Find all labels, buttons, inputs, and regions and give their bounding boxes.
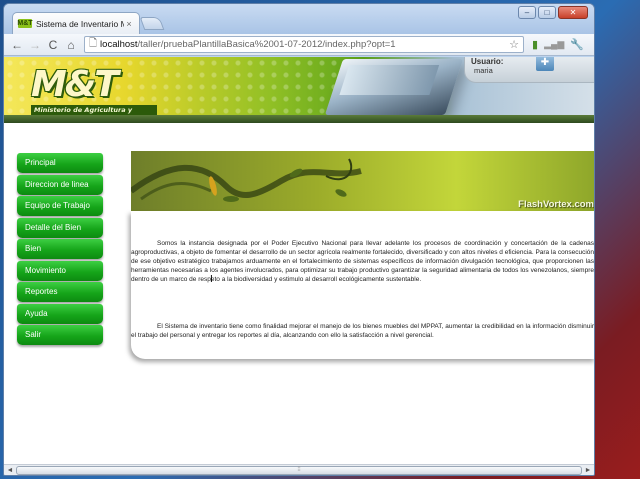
tab-close-icon[interactable]: × [124, 19, 134, 29]
url-text[interactable]: localhost/taller/pruebaPlantillaBasica%2… [100, 39, 509, 50]
menu-item-salir[interactable]: Salir [17, 325, 103, 345]
minimize-button[interactable]: – [518, 6, 536, 19]
user-panel: Usuario: maria ✚ [464, 57, 594, 83]
menu-item-reportes[interactable]: Reportes [17, 282, 103, 302]
intro-paragraph: Somos la instancia designada por el Pode… [131, 240, 594, 283]
org-name: Ministerio de Agricultura y Tierras [31, 105, 157, 123]
text-cursor-icon: I [210, 274, 213, 285]
title-bar: M&T Sistema de Inventario MPPAT × – □ ✕ [4, 4, 594, 34]
browser-tab[interactable]: M&T Sistema de Inventario MPPAT × [12, 12, 140, 34]
browser-window: M&T Sistema de Inventario MPPAT × – □ ✕ … [3, 3, 595, 476]
menu-item-bien[interactable]: Bien [17, 239, 103, 259]
extension-icon[interactable]: ▮ [532, 38, 538, 51]
menu-item-direccion-de-linea[interactable]: Direccion de linea [17, 174, 103, 195]
system-purpose-paragraph: El Sistema de inventario tiene como fina… [131, 323, 594, 339]
laptop-image [324, 59, 464, 115]
window-controls: – □ ✕ [518, 6, 588, 19]
forward-button[interactable]: → [26, 36, 44, 54]
signal-icon[interactable]: ▂▄▆ [544, 39, 564, 50]
user-label: Usuario: [471, 57, 504, 66]
page-icon: 🗋 [89, 38, 98, 49]
menu-item-ayuda[interactable]: Ayuda [17, 303, 103, 324]
menu-item-equipo-de-trabajo[interactable]: Equipo de Trabajo [17, 196, 103, 216]
mat-logo: M&T [31, 64, 119, 105]
menu-item-movimiento[interactable]: Movimiento [17, 260, 103, 281]
favicon-icon: M&T [17, 19, 33, 28]
tab-title: Sistema de Inventario MPPAT [36, 18, 124, 29]
scroll-track[interactable]: ⁞⁞ [16, 466, 582, 475]
banner-bottom-strip [4, 115, 594, 123]
close-window-button[interactable]: ✕ [558, 6, 588, 19]
scroll-left-button[interactable]: ◄ [4, 465, 16, 475]
maximize-button[interactable]: □ [538, 6, 556, 19]
scroll-thumb[interactable]: ⁞⁞ [16, 466, 582, 475]
user-icon: ✚ [536, 57, 554, 71]
flashvortex-watermark: FlashVortex.com [518, 199, 594, 210]
address-bar[interactable]: 🗋 localhost/taller/pruebaPlantillaBasica… [84, 36, 524, 53]
user-name: maria [474, 66, 493, 75]
horizontal-scrollbar[interactable]: ◄ ⁞⁞ ► [4, 464, 594, 475]
flash-banner: FlashVortex.com [131, 151, 594, 211]
menu-item-principal[interactable]: Principal [17, 153, 103, 173]
home-button[interactable]: ⌂ [62, 36, 80, 54]
sidebar-menu: Principal Direccion de linea Equipo de T… [17, 153, 103, 347]
content-card: Somos la instancia designada por el Pode… [131, 211, 594, 359]
browser-toolbar: ← → C ⌂ 🗋 localhost/taller/pruebaPlantil… [4, 34, 594, 56]
wrench-icon[interactable]: 🔧 [570, 38, 584, 51]
menu-item-detalle-del-bien[interactable]: Detalle del Bien [17, 217, 103, 238]
back-button[interactable]: ← [8, 36, 26, 54]
site-header-banner: M&T Ministerio de Agricultura y Tierras … [4, 57, 594, 123]
bookmark-star-icon[interactable]: ☆ [509, 38, 519, 51]
scroll-right-button[interactable]: ► [582, 465, 594, 475]
reload-button[interactable]: C [44, 36, 62, 54]
new-tab-button[interactable] [139, 17, 165, 30]
extension-icons: ▮ ▂▄▆ 🔧 [532, 38, 584, 51]
page-viewport: M&T Ministerio de Agricultura y Tierras … [4, 57, 594, 464]
